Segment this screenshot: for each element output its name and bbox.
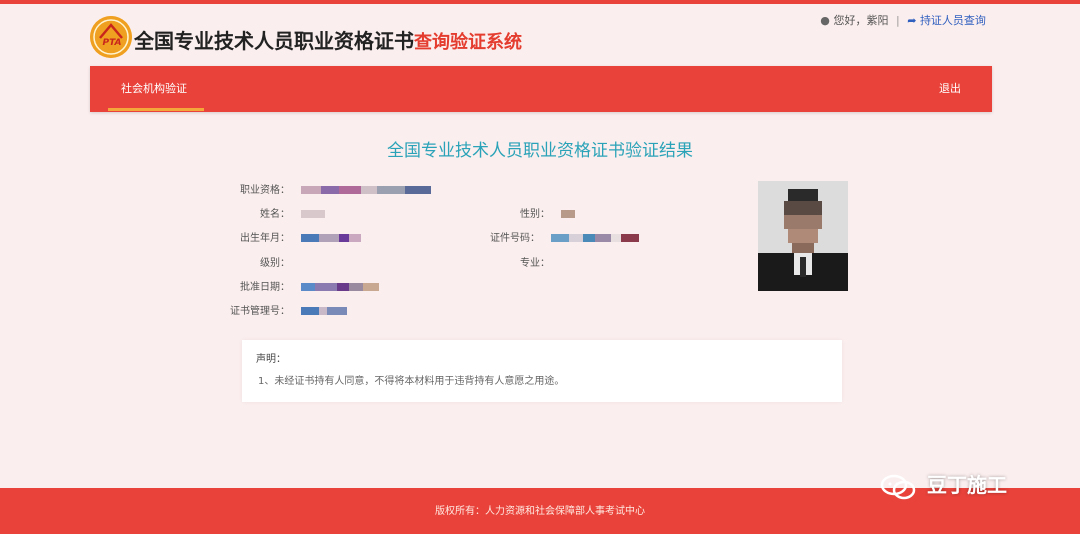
field-name: 姓名： — [228, 206, 326, 224]
field-gender: 性别： — [498, 206, 576, 224]
exit-button[interactable]: 退出 — [930, 66, 970, 112]
redacted-value — [301, 186, 432, 194]
field-qualification: 职业资格： — [228, 182, 432, 200]
declaration-heading: 声明： — [256, 354, 286, 365]
qualification-label: 职业资格： — [240, 185, 290, 196]
pta-logo — [90, 16, 132, 58]
gender-label: 性别： — [520, 209, 550, 220]
mgmt-no-label: 证书管理号： — [230, 306, 290, 317]
declaration-box: 声明： 1、未经证书持有人同意，不得将本材料用于违背持有人意愿之用途。 — [242, 340, 842, 402]
field-approval-date: 批准日期： — [228, 279, 380, 297]
holder-photo — [758, 181, 848, 291]
redacted-value — [301, 283, 380, 291]
active-tab-indicator — [108, 108, 204, 111]
redacted-value — [301, 307, 348, 315]
watermark: 豆丁施工 — [880, 468, 1007, 502]
logo-text: PTA — [102, 38, 122, 48]
field-mgmt-no: 证书管理号： — [228, 303, 348, 321]
cert-no-label: 证件号码： — [490, 233, 540, 244]
redacted-value — [561, 210, 576, 218]
main-nav: 社会机构验证 退出 — [90, 66, 992, 112]
holder-query-link[interactable]: 持证人员查询 — [920, 14, 986, 27]
major-label: 专业： — [520, 258, 550, 269]
field-cert-no: 证件号码： — [478, 230, 640, 248]
greeting-text: 您好，紫阳 — [833, 14, 889, 27]
level-label: 级别： — [260, 258, 290, 269]
site-title-main: 全国专业技术人员职业资格证书 — [134, 29, 414, 53]
birth-label: 出生年月： — [240, 233, 290, 244]
site-title: 全国专业技术人员职业资格证书查询验证系统 — [134, 28, 522, 54]
redacted-value — [301, 234, 362, 242]
redacted-value — [551, 234, 640, 242]
redacted-value — [301, 210, 326, 218]
header: PTA 全国专业技术人员职业资格证书查询验证系统 ● 您好，紫阳 | ➦ 持证人… — [0, 0, 1080, 64]
name-label: 姓名： — [260, 209, 290, 220]
user-bar: ● 您好，紫阳 | ➦ 持证人员查询 — [820, 12, 986, 30]
copyright-text: 版权所有：人力资源和社会保障部人事考试中心 — [435, 506, 645, 517]
approval-date-label: 批准日期： — [240, 282, 290, 293]
result-title: 全国专业技术人员职业资格证书验证结果 — [387, 141, 693, 161]
watermark-text: 豆丁施工 — [926, 473, 1007, 497]
field-level: 级别： — [228, 255, 298, 273]
field-major: 专业： — [498, 255, 558, 273]
share-arrow-icon[interactable]: ➦ — [907, 14, 916, 27]
field-birth: 出生年月： — [228, 230, 362, 248]
site-title-sub: 查询验证系统 — [414, 32, 522, 53]
separator: | — [896, 14, 900, 27]
wechat-icon — [880, 473, 916, 501]
tab-institution-verify[interactable]: 社会机构验证 — [106, 66, 202, 112]
user-icon: ● — [820, 14, 830, 27]
declaration-text: 1、未经证书持有人同意，不得将本材料用于违背持有人意愿之用途。 — [258, 376, 565, 387]
page: PTA 全国专业技术人员职业资格证书查询验证系统 ● 您好，紫阳 | ➦ 持证人… — [0, 0, 1080, 534]
